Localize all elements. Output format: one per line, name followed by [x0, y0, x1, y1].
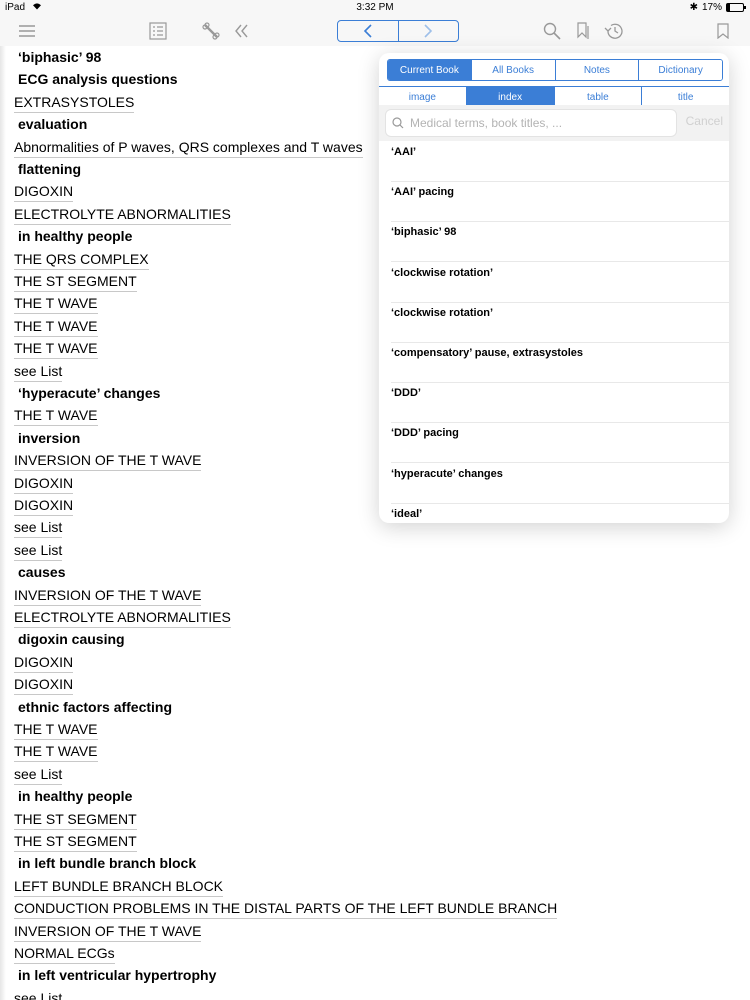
index-link[interactable]: INVERSION OF THE T WAVE	[14, 452, 202, 472]
index-link[interactable]: INVERSION OF THE T WAVE	[14, 587, 202, 606]
result-item[interactable]: ‘hyperacute’ changes	[391, 463, 729, 504]
index-link[interactable]: see List	[14, 766, 63, 785]
battery-percent: 17%	[701, 2, 722, 13]
index-link[interactable]: THE ST SEGMENT	[14, 811, 137, 830]
list-icon[interactable]	[147, 20, 169, 42]
result-item[interactable]: ‘clockwise rotation’	[391, 302, 729, 343]
filter-tab-title[interactable]: title	[641, 87, 729, 107]
cancel-button[interactable]: Cancel	[686, 114, 723, 128]
result-item[interactable]: ‘DDD’	[391, 382, 729, 424]
index-heading: ethnic factors affecting	[18, 698, 173, 715]
index-link[interactable]: Abnormalities of P waves, QRS complexes …	[14, 139, 363, 158]
filter-tab-table[interactable]: table	[553, 87, 642, 107]
index-link[interactable]: see List	[14, 990, 62, 1000]
status-bar: iPad 3:32 PM ✱ 17%	[0, 0, 750, 16]
result-item[interactable]: ‘DDD’ pacing	[391, 422, 729, 464]
index-link[interactable]: INVERSION OF THE T WAVE	[14, 923, 202, 942]
index-link[interactable]: EXTRASYSTOLES	[14, 94, 135, 113]
search-icon[interactable]	[541, 20, 563, 42]
result-item[interactable]: ‘ideal’	[391, 503, 729, 523]
battery-icon	[726, 3, 746, 12]
index-link[interactable]: THE T WAVE	[14, 295, 98, 315]
index-link[interactable]: THE T WAVE	[14, 743, 98, 763]
index-heading: ‘biphasic’ 98	[18, 49, 102, 65]
index-link[interactable]: ELECTROLYTE ABNORMALITIES	[14, 609, 231, 628]
chevron-right-icon[interactable]	[397, 21, 459, 41]
results-list: ‘AAI’ ‘AAI’ pacing ‘biphasic’ 98 ‘clockwise…	[379, 141, 729, 523]
index-heading: inversion	[18, 429, 81, 446]
index-link[interactable]: NORMAL ECGs	[14, 945, 115, 964]
index-link[interactable]: DIGOXIN	[14, 475, 74, 494]
index-link[interactable]: CONDUCTION PROBLEMS IN THE DISTAL PARTS …	[14, 900, 558, 920]
bookmark-icon[interactable]	[712, 20, 734, 42]
tab-dictionary[interactable]: Dictionary	[638, 60, 722, 80]
index-link[interactable]: THE ST SEGMENT	[14, 833, 137, 852]
tab-current-book[interactable]: Current Book	[388, 60, 471, 80]
index-link[interactable]: see List	[14, 542, 63, 561]
status-right: ✱ 17%	[689, 2, 746, 13]
index-heading: ‘hyperacute’ changes	[18, 385, 161, 401]
search-bar: Cancel	[379, 105, 729, 141]
scope-tabs: Current Book All Books Notes Dictionary	[387, 59, 723, 81]
index-link[interactable]: DIGOXIN	[14, 497, 74, 516]
result-label: ‘ideal’	[391, 507, 423, 520]
result-label: ‘clockwise rotation’	[391, 306, 494, 319]
filter-tab-image[interactable]: image	[379, 87, 466, 107]
result-item[interactable]: ‘compensatory’ pause, extrasystoles	[391, 342, 729, 383]
index-heading: in healthy people	[18, 228, 133, 245]
result-label: ‘hyperacute’ changes	[391, 467, 503, 480]
result-label: ‘AAI’ pacing	[391, 186, 454, 199]
result-label: ‘AAI’	[391, 146, 417, 158]
tab-notes[interactable]: Notes	[554, 60, 639, 80]
index-heading: causes	[18, 564, 66, 581]
result-label: ‘DDD’ pacing	[391, 427, 459, 440]
result-label: ‘clockwise rotation’	[391, 266, 494, 279]
result-label: ‘compensatory’ pause, extrasystoles	[391, 347, 583, 359]
index-heading: in left bundle branch block	[18, 855, 197, 872]
bone-icon[interactable]	[200, 20, 222, 42]
index-link[interactable]: THE T WAVE	[14, 721, 98, 740]
search-icon	[392, 117, 404, 129]
toolbar	[0, 16, 750, 46]
index-link[interactable]: DIGOXIN	[14, 676, 74, 696]
result-label: ‘biphasic’ 98	[391, 226, 457, 239]
menu-icon[interactable]	[16, 20, 38, 42]
index-link[interactable]: see List	[14, 363, 63, 382]
search-input[interactable]	[408, 115, 667, 131]
index-heading: in left ventricular hypertrophy	[18, 967, 217, 984]
result-item[interactable]: ‘AAI’ pacing	[391, 181, 729, 223]
filter-tab-index[interactable]: index	[465, 87, 554, 107]
bluetooth-icon: ✱	[689, 2, 698, 13]
status-time: 3:32 PM	[356, 2, 394, 13]
search-field	[385, 109, 677, 137]
double-chevron-left-icon[interactable]	[231, 20, 253, 42]
index-link[interactable]: DIGOXIN	[14, 183, 74, 203]
index-link[interactable]: THE QRS COMPLEX	[14, 251, 149, 270]
index-link[interactable]: see List	[14, 519, 63, 539]
index-link[interactable]: ELECTROLYTE ABNORMALITIES	[14, 206, 231, 225]
index-link[interactable]: THE T WAVE	[14, 340, 98, 360]
history-icon[interactable]	[603, 20, 625, 42]
index-heading: digoxin causing	[18, 631, 125, 648]
index-link[interactable]: THE ST SEGMENT	[14, 273, 137, 292]
index-link[interactable]: LEFT BUNDLE BRANCH BLOCK	[14, 878, 224, 897]
search-popover: Current Book All Books Notes Dictionary ima…	[379, 53, 729, 523]
bookmark-list-icon[interactable]	[572, 20, 594, 42]
index-heading: in healthy people	[18, 788, 133, 805]
page-nav-segment	[337, 20, 459, 42]
result-item[interactable]: ‘AAI’	[391, 141, 729, 182]
result-item[interactable]: ‘biphasic’ 98	[391, 221, 729, 263]
index-heading: ECG analysis questions	[18, 71, 178, 88]
index-link[interactable]: DIGOXIN	[14, 654, 74, 673]
result-label: ‘DDD’	[391, 387, 421, 400]
index-heading: evaluation	[18, 116, 88, 133]
chevron-left-icon[interactable]	[338, 21, 398, 41]
tab-all-books[interactable]: All Books	[470, 60, 555, 80]
result-item[interactable]: ‘clockwise rotation’	[391, 262, 729, 303]
index-heading: flattening	[18, 161, 81, 177]
index-link[interactable]: THE T WAVE	[14, 407, 98, 427]
index-link[interactable]: THE T WAVE	[14, 318, 98, 337]
